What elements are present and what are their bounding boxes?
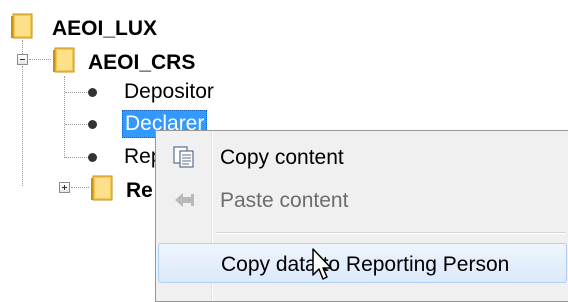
menu-item-paste-content[interactable]: Paste content — [156, 180, 567, 220]
tree-node-label: Re — [126, 179, 153, 202]
tree-connector — [71, 187, 89, 188]
tree-connector — [64, 76, 65, 158]
menu-item-label: Copy content — [220, 146, 344, 169]
tree-connector — [22, 40, 23, 54]
collapse-toggle[interactable] — [17, 54, 28, 65]
menu-item-copy-data-to-reporting-person[interactable]: Copy data to Reporting Person — [158, 243, 567, 283]
mouse-cursor-icon — [312, 248, 332, 280]
tree-connector — [29, 59, 51, 60]
tree-connector — [65, 92, 87, 93]
paste-icon — [175, 193, 194, 207]
tree-connector — [65, 124, 87, 125]
leaf-bullet-icon — [88, 88, 97, 97]
tree-node-label: AEOI_CRS — [88, 51, 196, 74]
folder-icon — [11, 13, 33, 39]
menu-separator — [216, 232, 566, 234]
expand-toggle[interactable] — [59, 182, 70, 193]
menu-item-label: Copy data to Reporting Person — [221, 253, 510, 276]
copy-icon — [173, 146, 194, 168]
folder-icon — [91, 175, 113, 201]
tree-leaf-depositor[interactable]: Depositor — [124, 79, 214, 105]
folder-icon — [53, 47, 75, 73]
leaf-bullet-icon — [88, 153, 97, 162]
tree-connector — [22, 66, 23, 186]
menu-item-label: Paste content — [220, 189, 349, 212]
context-menu: Copy content Paste content Copy data to … — [155, 130, 568, 302]
tree-node-label: AEOI_LUX — [52, 17, 158, 40]
tree-connector — [65, 157, 87, 158]
menu-item-copy-content[interactable]: Copy content — [156, 137, 567, 177]
leaf-bullet-icon — [88, 120, 97, 129]
